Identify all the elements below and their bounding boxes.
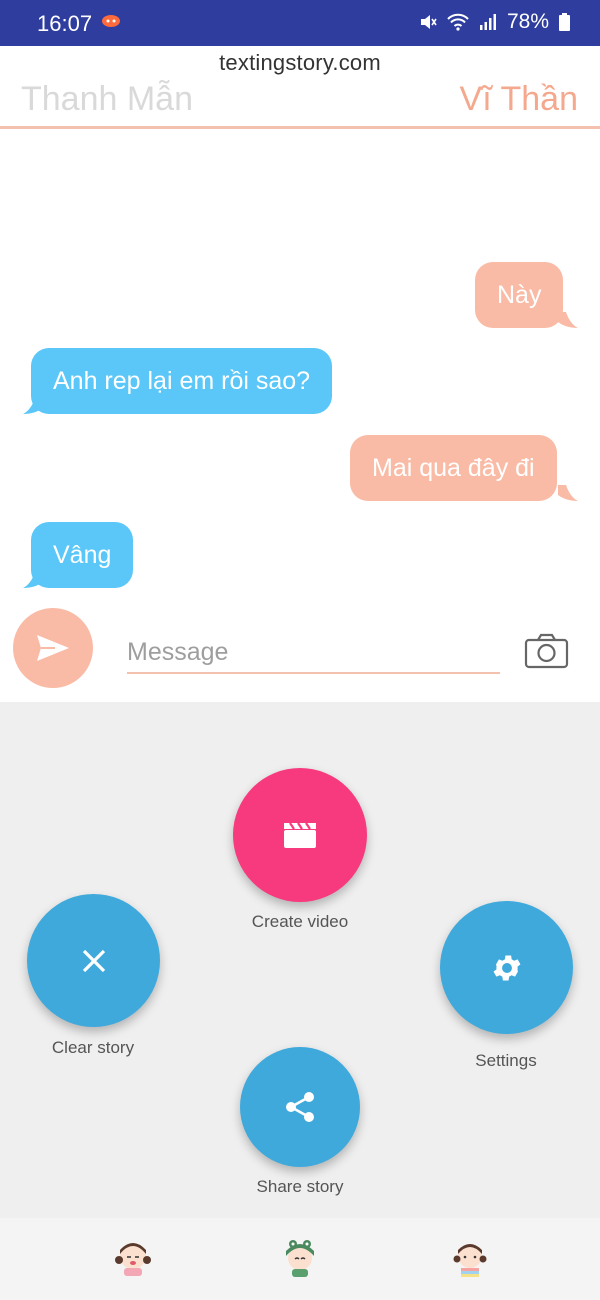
close-icon <box>82 949 105 972</box>
avatar-frog-hat-icon[interactable] <box>280 1238 320 1278</box>
header-divider <box>0 126 600 129</box>
message-input[interactable] <box>127 632 500 674</box>
story-actions-panel: Create video Clear story Settings Share … <box>0 702 600 1218</box>
clear-story-button[interactable] <box>27 894 160 1027</box>
mute-icon <box>420 15 437 29</box>
send-button[interactable] <box>13 608 93 688</box>
right-character-name[interactable]: Vĩ Thần <box>460 80 578 119</box>
share-story-button[interactable] <box>240 1047 360 1167</box>
status-time: 16:07 <box>37 11 93 36</box>
avatar-girl-crying-icon[interactable] <box>113 1238 153 1278</box>
bubble-tail <box>23 398 43 414</box>
bubble-tail <box>23 572 43 588</box>
gear-icon <box>493 955 520 980</box>
settings-label: Settings <box>475 1051 537 1070</box>
create-video-button[interactable] <box>233 768 367 902</box>
message-bubble-right[interactable]: Mai qua đây đi <box>350 435 557 501</box>
message-bubble-left[interactable]: Vâng <box>31 522 134 588</box>
left-character-name[interactable]: Thanh Mẫn <box>21 80 193 119</box>
message-text: Vâng <box>53 541 112 569</box>
status-bar: 16:07 78% <box>0 0 600 46</box>
signal-icon <box>479 14 496 30</box>
bubble-tail <box>558 485 578 501</box>
site-url: textingstory.com <box>219 50 381 75</box>
send-icon <box>37 635 69 661</box>
message-bubble-left[interactable]: Anh rep lại em rồi sao? <box>31 348 333 414</box>
message-text: Mai qua đây đi <box>372 454 535 482</box>
notification-app-icon <box>102 15 120 27</box>
battery-percent: 78% <box>506 10 549 33</box>
avatar-girl-striped-icon[interactable] <box>450 1238 490 1278</box>
settings-button[interactable] <box>440 901 573 1034</box>
share-story-label: Share story <box>256 1177 344 1196</box>
clapperboard-icon <box>284 822 316 848</box>
bottom-nav <box>0 1218 600 1300</box>
battery-icon <box>559 13 570 31</box>
message-text: Anh rep lại em rồi sao? <box>53 367 311 395</box>
share-icon <box>286 1092 314 1122</box>
create-video-label: Create video <box>251 912 349 931</box>
status-icons: 78% <box>419 10 570 34</box>
bubble-tail <box>558 312 578 328</box>
message-bubble-right[interactable]: Này <box>475 262 564 328</box>
clear-story-label: Clear story <box>51 1038 135 1057</box>
wifi-icon <box>447 13 469 31</box>
camera-icon[interactable] <box>524 633 569 669</box>
message-text: Này <box>497 281 542 309</box>
